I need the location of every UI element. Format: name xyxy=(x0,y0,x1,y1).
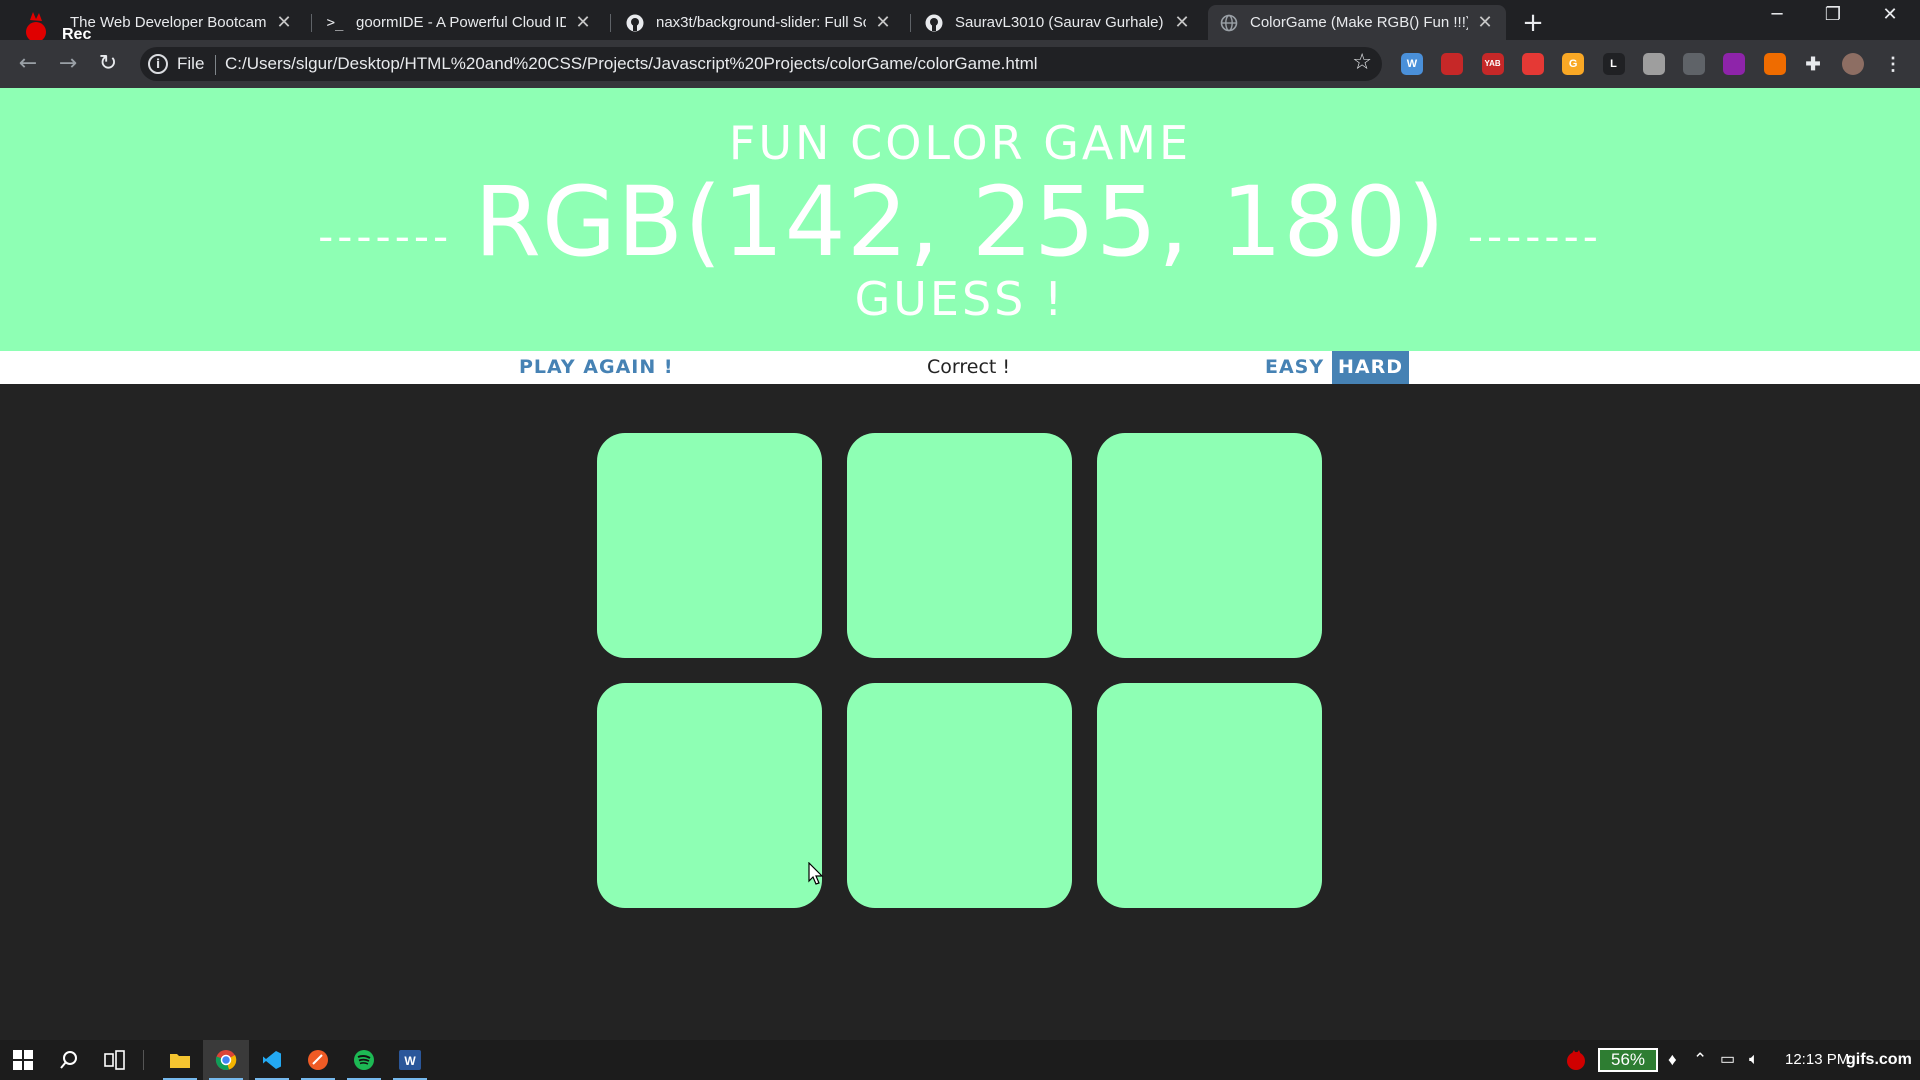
gifs-watermark: gifs.com xyxy=(1846,1051,1912,1068)
word-icon[interactable]: W xyxy=(387,1040,433,1080)
page-content: Fun Color Game ------- RGB(142, 255, 180… xyxy=(0,88,1920,1040)
github-icon xyxy=(626,14,644,32)
circle-extension-icon[interactable] xyxy=(1642,53,1665,75)
colorwheel-extension-icon[interactable] xyxy=(1723,53,1746,75)
color-square[interactable] xyxy=(597,683,822,908)
bootcamp-flame-icon xyxy=(52,14,58,32)
file-explorer-icon[interactable] xyxy=(157,1040,203,1080)
orange-extension-icon[interactable] xyxy=(1763,53,1786,75)
tab-colorgame[interactable]: ColorGame (Make RGB() Fun !!!) ✕ xyxy=(1208,5,1506,40)
extensions-puzzle-icon[interactable]: ✚ xyxy=(1802,53,1824,75)
pdf-extension-icon[interactable] xyxy=(1441,53,1464,75)
dash-decoration-left: ------- xyxy=(318,211,453,261)
task-view-icon[interactable] xyxy=(92,1040,138,1080)
taskbar-divider xyxy=(143,1050,144,1070)
new-tab-button[interactable]: + xyxy=(1520,8,1546,38)
menu-kebab-icon[interactable]: ⋮ xyxy=(1882,53,1904,75)
profile-avatar[interactable] xyxy=(1842,53,1864,75)
rgb-color-display: RGB(142, 255, 180) xyxy=(474,166,1446,278)
windows-taskbar: W 56% ♦ ⌃ ▭ 🔈︎ 12:13 PM gifs.com xyxy=(0,1040,1920,1080)
address-divider xyxy=(215,55,216,75)
control-stripe: Play Again ! Correct ! Easy Hard xyxy=(0,351,1920,384)
hand-extension-icon[interactable] xyxy=(1521,53,1544,75)
color-display-row: ------- RGB(142, 255, 180) ------- xyxy=(0,166,1920,278)
tab-web-developer-bootcamp[interactable]: The Web Developer Bootcamp | U ✕ xyxy=(40,5,305,40)
forward-icon[interactable]: → xyxy=(54,50,82,78)
svg-text:W: W xyxy=(404,1054,416,1068)
tab-title: nax3t/background-slider: Full Sc xyxy=(656,14,866,31)
result-message: Correct ! xyxy=(927,356,1011,378)
dash-decoration-right: ------- xyxy=(1467,211,1602,261)
yab-extension-icon[interactable]: YAB xyxy=(1481,53,1504,75)
color-square[interactable] xyxy=(597,433,822,658)
volume-icon[interactable]: 🔈︎ xyxy=(1749,1040,1759,1080)
spotify-icon[interactable] xyxy=(341,1040,387,1080)
back-icon[interactable]: ← xyxy=(14,50,42,78)
reload-icon[interactable]: ↻ xyxy=(94,50,122,78)
flame-tray-icon[interactable]: ♦ xyxy=(1668,1040,1677,1080)
guess-subtitle: Guess ! xyxy=(854,272,1066,326)
tab-goormide[interactable]: >_ goormIDE - A Powerful Cloud IDE ✕ xyxy=(314,5,604,40)
easy-mode-button[interactable]: Easy xyxy=(1265,351,1324,384)
close-tab-icon[interactable]: ✕ xyxy=(275,12,293,33)
tab-divider xyxy=(311,14,312,32)
tab-title: The Web Developer Bootcamp | U xyxy=(70,14,267,31)
g-extension-icon[interactable]: G xyxy=(1562,53,1585,75)
play-again-button[interactable]: Play Again ! xyxy=(519,351,674,384)
l-extension-icon[interactable]: L xyxy=(1602,53,1625,75)
bookmark-star-icon[interactable]: ☆ xyxy=(1352,50,1372,75)
tab-divider xyxy=(610,14,611,32)
windows-start-icon[interactable] xyxy=(0,1040,46,1080)
tab-sauravl3010[interactable]: SauravL3010 (Saurav Gurhale) ✕ xyxy=(913,5,1203,40)
minimize-icon[interactable]: ─ xyxy=(1757,4,1797,25)
address-bar[interactable]: i File C:/Users/slgur/Desktop/HTML%20and… xyxy=(140,47,1382,81)
battery-percent-badge: 56% xyxy=(1598,1048,1658,1072)
w-extension-icon[interactable]: W xyxy=(1401,53,1423,75)
close-tab-icon[interactable]: ✕ xyxy=(574,12,592,33)
vscode-icon[interactable] xyxy=(249,1040,295,1080)
terminal-prompt-icon: >_ xyxy=(326,14,344,31)
scheme-label: File xyxy=(177,54,205,73)
tab-title: ColorGame (Make RGB() Fun !!!) xyxy=(1250,14,1468,31)
tab-title: SauravL3010 (Saurav Gurhale) xyxy=(955,14,1164,31)
clock-time[interactable]: 12:13 PM xyxy=(1785,1040,1849,1080)
game-header: Fun Color Game ------- RGB(142, 255, 180… xyxy=(0,88,1920,351)
mouse-cursor-icon xyxy=(808,862,824,885)
color-square[interactable] xyxy=(847,683,1072,908)
tab-title: goormIDE - A Powerful Cloud IDE xyxy=(356,14,566,31)
chevron-up-icon[interactable]: ⌃ xyxy=(1693,1040,1707,1080)
tab-background-slider[interactable]: nax3t/background-slider: Full Sc ✕ xyxy=(614,5,904,40)
chrome-icon[interactable] xyxy=(203,1040,249,1080)
browser-tab-strip: Rec The Web Developer Bootcamp | U ✕ >_ … xyxy=(0,0,1920,43)
close-tab-icon[interactable]: ✕ xyxy=(1476,12,1494,33)
cloud-extension-icon[interactable] xyxy=(1683,53,1706,75)
close-window-icon[interactable]: ✕ xyxy=(1870,4,1910,25)
battery-icon[interactable]: ▭ xyxy=(1720,1040,1735,1080)
squares-grid xyxy=(597,433,1322,908)
color-square[interactable] xyxy=(1097,433,1322,658)
tab-divider xyxy=(910,14,911,32)
hard-mode-button[interactable]: Hard xyxy=(1332,351,1409,384)
restore-icon[interactable]: ❐ xyxy=(1813,4,1853,25)
search-icon[interactable] xyxy=(46,1040,92,1080)
color-square[interactable] xyxy=(847,433,1072,658)
browser-toolbar: ← → ↻ i File C:/Users/slgur/Desktop/HTML… xyxy=(0,40,1920,88)
recorder-tray-icon[interactable] xyxy=(1565,1049,1587,1071)
postman-icon[interactable] xyxy=(295,1040,341,1080)
site-info-icon[interactable]: i xyxy=(148,54,168,74)
color-square[interactable] xyxy=(1097,683,1322,908)
close-tab-icon[interactable]: ✕ xyxy=(874,12,892,33)
game-title: Fun Color Game xyxy=(728,116,1192,170)
close-tab-icon[interactable]: ✕ xyxy=(1173,12,1191,33)
github-icon xyxy=(925,14,943,32)
url-text[interactable]: C:/Users/slgur/Desktop/HTML%20and%20CSS/… xyxy=(225,54,1038,74)
globe-icon xyxy=(1220,14,1238,32)
